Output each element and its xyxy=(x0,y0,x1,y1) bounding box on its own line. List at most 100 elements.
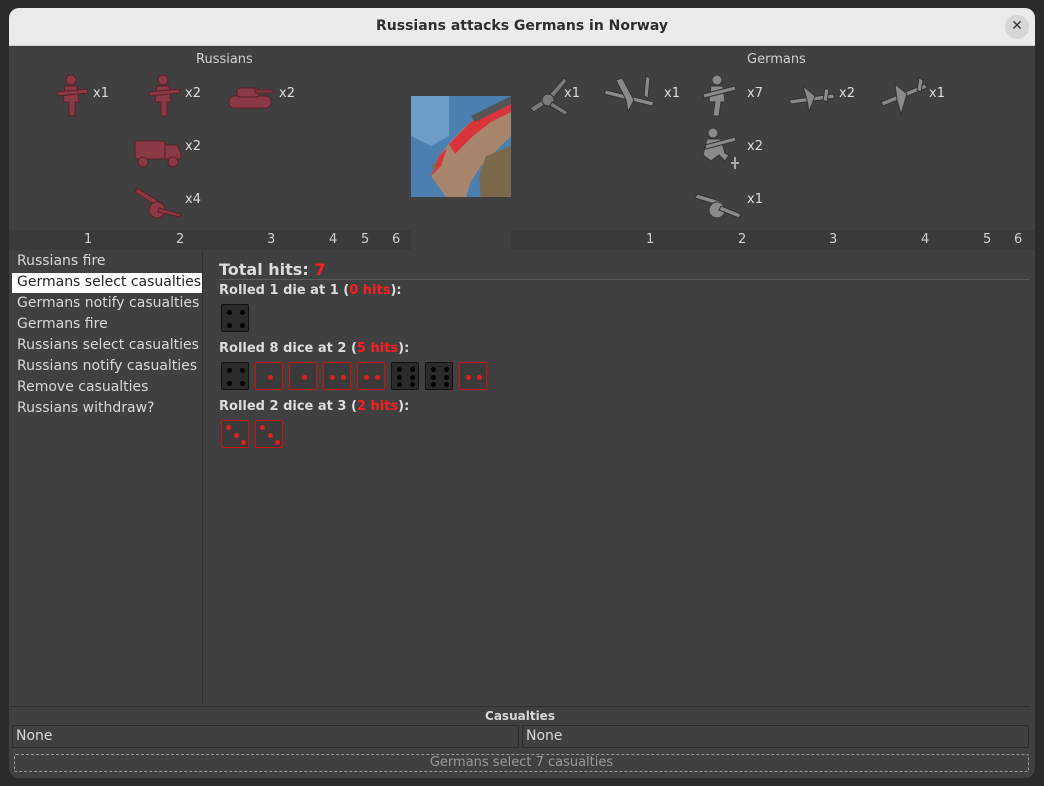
unit-count: x1 xyxy=(664,86,680,101)
attacker-unit-tank: x2 xyxy=(225,72,295,118)
die-pip xyxy=(431,374,436,380)
die-hit xyxy=(221,420,249,448)
die-pip xyxy=(241,440,246,445)
die-pip xyxy=(364,374,369,380)
die-hit xyxy=(289,362,317,390)
attacker-casualties: None xyxy=(12,725,519,748)
die-hit xyxy=(255,362,283,390)
roll-hits: 5 hits xyxy=(356,341,399,356)
die-pip xyxy=(375,374,380,380)
divider xyxy=(219,279,1029,280)
defender-unit-fighter: x2 xyxy=(787,72,855,118)
die-hit xyxy=(323,362,351,390)
defender-die-label: 4 xyxy=(921,232,930,247)
roll-prefix: Rolled 8 dice at 2 ( xyxy=(219,341,357,356)
die-hit xyxy=(255,420,283,448)
die-pip xyxy=(227,323,232,328)
step-item[interactable]: Russians withdraw? xyxy=(12,399,202,419)
defender-die-label: 2 xyxy=(738,232,747,247)
roll-heading: Rolled 2 dice at 3 (2 hits): xyxy=(219,399,409,414)
attacker-die-label: 6 xyxy=(392,232,401,247)
battle-window: Russians attacks Germans in Norway ✕ Rus… xyxy=(9,8,1035,778)
die-pip xyxy=(301,374,307,380)
die-pip xyxy=(227,381,232,386)
bomber-icon xyxy=(603,75,655,114)
roll-suffix: ): xyxy=(398,341,410,356)
unit-count: x1 xyxy=(564,86,580,101)
die-pip xyxy=(410,367,415,372)
defender-casualties: None xyxy=(522,725,1029,748)
defender-die-label: 5 xyxy=(983,232,992,247)
casualties-title: Casualties xyxy=(485,709,555,723)
attacker-die-label: 2 xyxy=(176,232,185,247)
tank-icon xyxy=(228,87,274,109)
unit-count: x4 xyxy=(185,192,201,207)
die-pip xyxy=(227,310,232,315)
attacker-die-label: 1 xyxy=(84,232,93,247)
die-miss xyxy=(425,362,453,390)
infantry-icon xyxy=(702,74,737,117)
die-pip xyxy=(431,382,436,387)
attacker-unit-truck: x2 xyxy=(133,125,201,171)
casualties-panel: Casualties None None xyxy=(10,706,1030,753)
total-hits: Total hits: 7 xyxy=(219,260,325,279)
title-bar: Russians attacks Germans in Norway ✕ xyxy=(9,8,1035,46)
die-pip xyxy=(275,440,280,445)
step-item[interactable]: Russians fire xyxy=(12,252,202,272)
unit-count: x2 xyxy=(839,86,855,101)
truck-icon xyxy=(134,140,182,168)
unit-count: x1 xyxy=(747,192,763,207)
die-hit xyxy=(459,362,487,390)
die-pip xyxy=(397,374,402,380)
defender-unit-marine: x2 xyxy=(695,125,763,171)
defender-dice-bar xyxy=(511,230,1035,250)
attacker-unit-infantry: x1 xyxy=(47,72,109,118)
close-button[interactable]: ✕ xyxy=(1005,15,1029,39)
die-miss xyxy=(391,362,419,390)
step-item[interactable]: Russians select casualties xyxy=(12,336,202,356)
die-pip xyxy=(444,382,449,387)
unit-count: x2 xyxy=(185,139,201,154)
die-miss xyxy=(221,362,249,390)
defender-die-label: 1 xyxy=(646,232,655,247)
die-pip xyxy=(227,368,232,373)
total-hits-label: Total hits: xyxy=(219,260,309,279)
roll-suffix: ): xyxy=(398,399,410,414)
die-pip xyxy=(397,367,402,372)
infantry-icon xyxy=(56,74,89,117)
infantry-icon xyxy=(148,74,181,117)
die-pip xyxy=(444,367,449,372)
unit-count: x2 xyxy=(185,86,201,101)
roll-heading: Rolled 8 dice at 2 (5 hits): xyxy=(219,341,409,356)
die-pip xyxy=(240,323,245,328)
die-pip xyxy=(260,425,265,430)
defender-unit-artillery: x1 xyxy=(695,178,763,224)
roll-prefix: Rolled 2 dice at 3 ( xyxy=(219,399,357,414)
step-item[interactable]: Germans fire xyxy=(12,315,202,335)
die-pip xyxy=(240,368,245,373)
defender-unit-bomber: x1 xyxy=(602,72,680,118)
fighter-icon xyxy=(880,77,928,116)
die-pip xyxy=(397,382,402,387)
unit-count: x2 xyxy=(747,139,763,154)
step-item[interactable]: Russians notify casualties xyxy=(12,357,202,377)
defender-unit-fighter: x1 xyxy=(877,72,945,118)
select-casualties-button[interactable]: Germans select 7 casualties xyxy=(14,754,1029,772)
die-pip xyxy=(410,374,415,380)
die-pip xyxy=(341,374,346,380)
close-icon: ✕ xyxy=(1011,18,1023,34)
attacker-unit-artillery: x4 xyxy=(133,178,201,224)
die-pip xyxy=(431,367,436,372)
defender-unit-aa-gun: x1 xyxy=(524,72,584,118)
defender-label: Germans xyxy=(747,52,806,67)
window-title: Russians attacks Germans in Norway xyxy=(376,18,668,34)
attacker-unit-infantry: x2 xyxy=(139,72,201,118)
die-pip xyxy=(226,425,231,430)
step-item[interactable]: Germans notify casualties xyxy=(12,294,202,314)
step-item-selected[interactable]: Germans select casualties xyxy=(12,273,202,293)
unit-count: x2 xyxy=(279,86,295,101)
unit-count: x7 xyxy=(747,86,763,101)
step-item[interactable]: Remove casualties xyxy=(12,378,202,398)
die-pip xyxy=(466,374,471,380)
die-pip xyxy=(267,374,273,380)
